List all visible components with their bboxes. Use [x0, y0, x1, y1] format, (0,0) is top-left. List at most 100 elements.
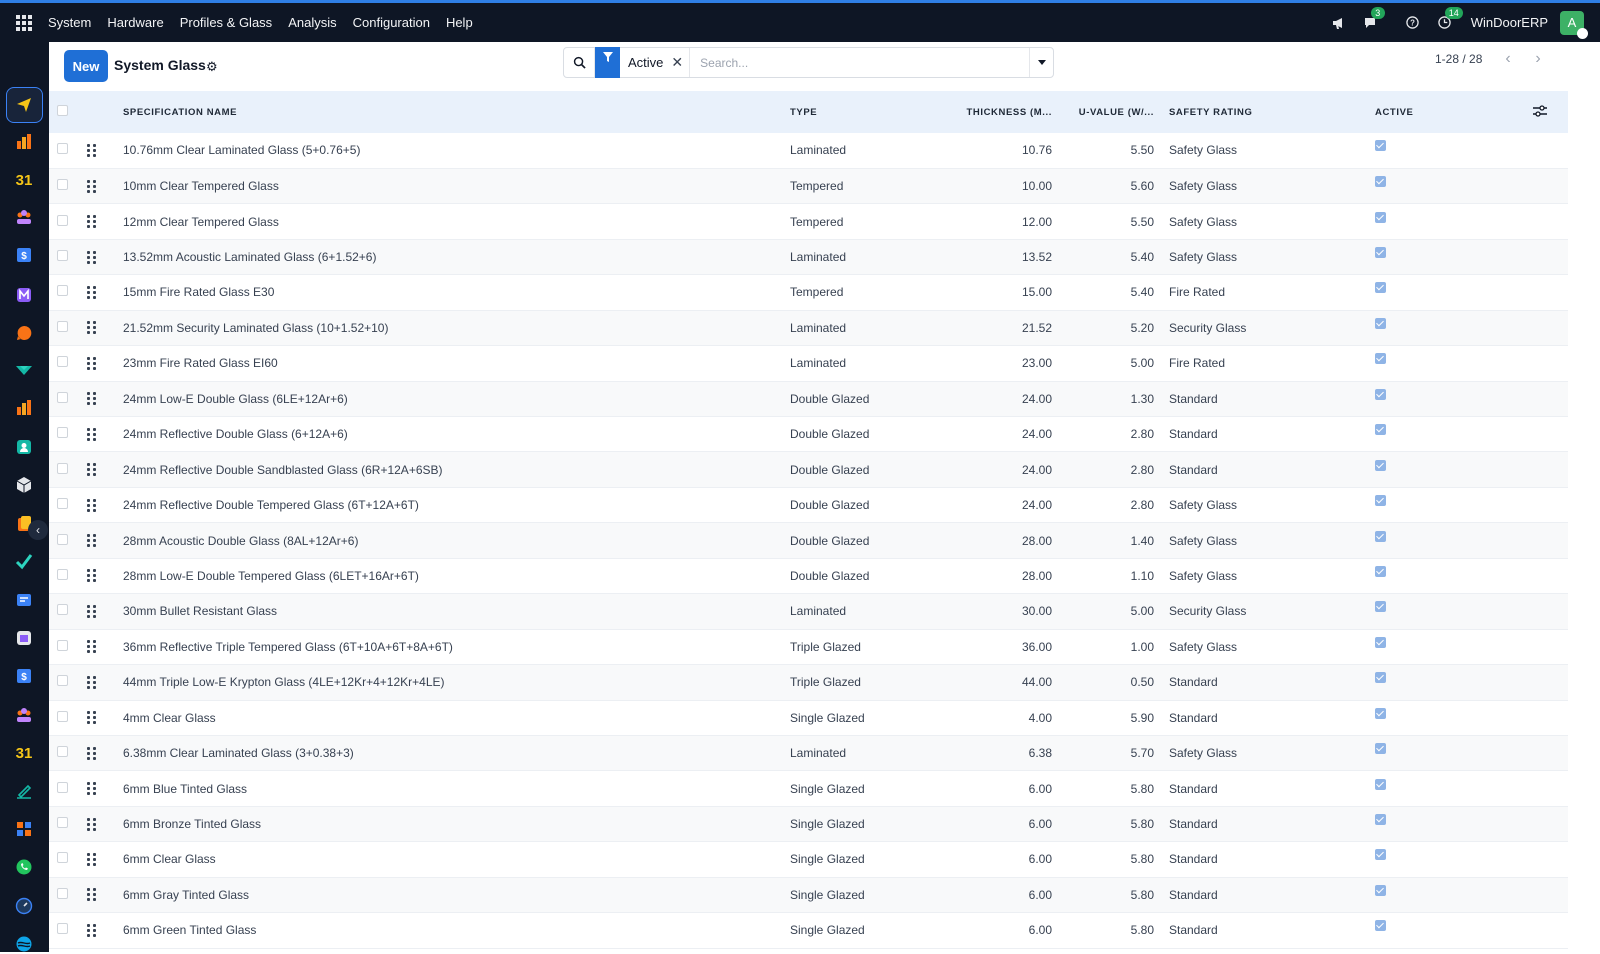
- user-avatar[interactable]: A: [1560, 10, 1588, 39]
- drag-handle-icon[interactable]: [87, 877, 123, 912]
- drag-handle-icon[interactable]: [87, 594, 123, 629]
- column-specification-name[interactable]: Specification Name: [123, 91, 790, 133]
- row-select-checkbox[interactable]: [49, 346, 87, 381]
- collapse-sidebar-icon[interactable]: ‹: [28, 520, 48, 540]
- live-chat-icon[interactable]: [14, 323, 34, 343]
- row-select-checkbox[interactable]: [49, 275, 87, 310]
- drag-handle-icon[interactable]: [87, 452, 123, 487]
- knowledge-icon[interactable]: [14, 590, 34, 610]
- drag-handle-icon[interactable]: [87, 417, 123, 452]
- table-row[interactable]: 23mm Fire Rated Glass EI60 Laminated 23.00…: [49, 346, 1568, 382]
- messages-icon[interactable]: 3: [1359, 6, 1385, 35]
- row-select-checkbox[interactable]: [49, 239, 87, 274]
- apps-dashboard-icon[interactable]: [14, 819, 34, 839]
- table-row[interactable]: 6mm Gray Tinted Glass Single Glazed 6.00 5.…: [49, 877, 1568, 913]
- table-row[interactable]: 28mm Acoustic Double Glass (8AL+12Ar+6) D…: [49, 522, 1568, 559]
- row-select-checkbox[interactable]: [49, 133, 87, 168]
- new-button[interactable]: New: [64, 50, 108, 82]
- company-name[interactable]: WinDoorERP: [1471, 15, 1548, 30]
- table-row[interactable]: 44mm Triple Low-E Krypton Glass (4LE+12K…: [49, 664, 1568, 700]
- row-select-checkbox[interactable]: [49, 523, 87, 558]
- table-row[interactable]: 21.52mm Security Laminated Glass (10+1.5…: [49, 310, 1568, 346]
- drag-handle-icon[interactable]: [87, 275, 123, 310]
- select-all-checkbox[interactable]: [49, 91, 87, 133]
- inventory-icon[interactable]: [14, 475, 34, 495]
- row-select-checkbox[interactable]: [49, 487, 87, 522]
- drag-handle-icon[interactable]: [87, 913, 123, 948]
- drag-handle-icon[interactable]: [87, 558, 123, 593]
- table-row[interactable]: 24mm Reflective Double Sandblasted Glass…: [49, 451, 1568, 488]
- menu-configuration[interactable]: Configuration: [345, 15, 438, 30]
- column-thickness[interactable]: Thickness (m...: [940, 91, 1052, 133]
- pager-next-icon[interactable]: ›: [1528, 49, 1548, 69]
- table-row[interactable]: 24mm Low-E Double Glass (6LE+12Ar+6) Doub…: [49, 381, 1568, 417]
- email-marketing-icon[interactable]: [14, 285, 34, 305]
- table-row[interactable]: 24mm Reflective Double Tempered Glass (6…: [49, 487, 1568, 523]
- calendar-2-icon[interactable]: 31: [14, 742, 34, 762]
- row-select-checkbox[interactable]: [49, 771, 87, 806]
- row-select-checkbox[interactable]: [49, 417, 87, 452]
- table-row[interactable]: 28mm Low-E Double Tempered Glass (6LET+1…: [49, 558, 1568, 594]
- row-select-checkbox[interactable]: [49, 665, 87, 700]
- drag-handle-icon[interactable]: [87, 842, 123, 877]
- table-row[interactable]: 15mm Fire Rated Glass E30 Tempered 15.00 5.…: [49, 275, 1568, 311]
- drag-handle-icon[interactable]: [87, 523, 123, 558]
- drag-handle-icon[interactable]: [87, 204, 123, 239]
- discuss-icon[interactable]: [14, 95, 34, 115]
- drag-handle-icon[interactable]: [87, 346, 123, 381]
- drag-handle-icon[interactable]: [87, 771, 123, 806]
- helpdesk-icon[interactable]: [14, 934, 34, 954]
- drag-handle-icon[interactable]: [87, 629, 123, 664]
- row-select-checkbox[interactable]: [49, 381, 87, 416]
- filter-icon[interactable]: [595, 46, 620, 78]
- drag-handle-icon[interactable]: [87, 239, 123, 274]
- calendar-icon[interactable]: 31: [14, 169, 34, 189]
- row-select-checkbox[interactable]: [49, 310, 87, 345]
- row-select-checkbox[interactable]: [49, 877, 87, 912]
- pager-value[interactable]: 1-28 / 28: [1435, 52, 1482, 66]
- row-select-checkbox[interactable]: [49, 452, 87, 487]
- row-select-checkbox[interactable]: [49, 700, 87, 735]
- project-icon[interactable]: [14, 551, 34, 571]
- app-grid-icon[interactable]: [16, 14, 32, 31]
- sign-icon[interactable]: [14, 781, 34, 801]
- table-row[interactable]: 13.52mm Acoustic Laminated Glass (6+1.52…: [49, 239, 1568, 275]
- search-options-icon[interactable]: [1029, 48, 1053, 77]
- remove-facet-icon[interactable]: ✕: [671, 54, 689, 71]
- table-row[interactable]: 6mm Clear Glass Single Glazed 6.00 5.80 Stan…: [49, 842, 1568, 878]
- drag-handle-icon[interactable]: [87, 806, 123, 841]
- website-icon[interactable]: [14, 360, 34, 380]
- row-select-checkbox[interactable]: [49, 806, 87, 841]
- whatsapp-icon[interactable]: [14, 857, 34, 877]
- drag-handle-icon[interactable]: [87, 665, 123, 700]
- contacts-icon[interactable]: [14, 207, 34, 227]
- search-input[interactable]: [689, 48, 1029, 77]
- table-row[interactable]: 4mm Clear Glass Single Glazed 4.00 5.90 Stan…: [49, 700, 1568, 736]
- drag-handle-icon[interactable]: [87, 735, 123, 770]
- table-row[interactable]: 12mm Clear Tempered Glass Tempered 12.00 5.…: [49, 204, 1568, 240]
- table-row[interactable]: 6mm Green Tinted Glass Single Glazed 6.00 5…: [49, 913, 1568, 949]
- menu-system[interactable]: System: [40, 15, 99, 30]
- drag-handle-icon[interactable]: [87, 310, 123, 345]
- drag-handle-icon[interactable]: [87, 381, 123, 416]
- announcement-icon[interactable]: [1327, 11, 1351, 35]
- row-select-checkbox[interactable]: [49, 558, 87, 593]
- pager-previous-icon[interactable]: ‹: [1498, 49, 1518, 69]
- table-row[interactable]: 30mm Bullet Resistant Glass Laminated 30.0…: [49, 593, 1568, 630]
- optional-columns-icon[interactable]: [1533, 104, 1551, 120]
- employees-icon[interactable]: [14, 437, 34, 457]
- drag-handle-icon[interactable]: [87, 700, 123, 735]
- drag-handle-icon[interactable]: [87, 487, 123, 522]
- help-icon[interactable]: ?: [1401, 11, 1425, 35]
- drag-handle-icon[interactable]: [87, 168, 123, 203]
- table-row[interactable]: 6.38mm Clear Laminated Glass (3+0.38+3) L…: [49, 735, 1568, 771]
- row-select-checkbox[interactable]: [49, 629, 87, 664]
- table-row[interactable]: 6mm Blue Tinted Glass Single Glazed 6.00 5.…: [49, 771, 1568, 807]
- planning-icon[interactable]: [14, 896, 34, 916]
- row-select-checkbox[interactable]: [49, 168, 87, 203]
- purchase-icon[interactable]: [14, 628, 34, 648]
- row-select-checkbox[interactable]: [49, 913, 87, 948]
- column-u-value[interactable]: U-Value (W/...: [1052, 91, 1154, 133]
- invoicing-icon[interactable]: $: [14, 666, 34, 686]
- row-select-checkbox[interactable]: [49, 842, 87, 877]
